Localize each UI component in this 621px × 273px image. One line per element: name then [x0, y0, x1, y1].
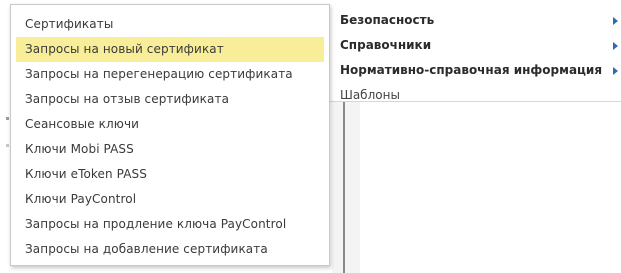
submenu-item-etoken-pass-keys[interactable]: Ключи eToken PASS [16, 162, 324, 187]
submenu-item-session-keys[interactable]: Сеансовые ключи [16, 112, 324, 137]
background-panel [332, 102, 360, 273]
submenu-item-certificates[interactable]: Сертификаты [16, 12, 324, 37]
background-marker [6, 117, 9, 120]
menu-item-regulatory-info[interactable]: Нормативно-справочная информация [340, 58, 602, 83]
chevron-right-icon [613, 67, 618, 75]
menu-item-templates[interactable]: Шаблоны [340, 83, 400, 108]
submenu-item-mobipass-keys[interactable]: Ключи Mobi PASS [16, 137, 324, 162]
background-divider [343, 102, 345, 273]
main-menu: Безопасность Справочники Нормативно-спра… [330, 4, 621, 102]
menu-item-security[interactable]: Безопасность [340, 8, 434, 33]
submenu-item-new-certificate-requests[interactable]: Запросы на новый сертификат [16, 37, 324, 62]
submenu-item-regeneration-requests[interactable]: Запросы на перегенерацию сертификата [16, 62, 324, 87]
security-submenu: Сертификаты Запросы на новый сертификат … [10, 4, 330, 266]
submenu-list: Сертификаты Запросы на новый сертификат … [11, 5, 329, 262]
chevron-right-icon [613, 42, 618, 50]
background-marker [6, 144, 9, 147]
submenu-item-add-certificate-requests[interactable]: Запросы на добавление сертификата [16, 237, 324, 262]
chevron-right-icon [613, 17, 618, 25]
submenu-item-paycontrol-keys[interactable]: Ключи PayControl [16, 187, 324, 212]
submenu-item-paycontrol-renewal-requests[interactable]: Запросы на продление ключа PayControl [16, 212, 324, 237]
screen: Безопасность Справочники Нормативно-спра… [0, 0, 621, 273]
submenu-item-revocation-requests[interactable]: Запросы на отзыв сертификата [16, 87, 324, 112]
menu-item-reference-books[interactable]: Справочники [340, 33, 431, 58]
